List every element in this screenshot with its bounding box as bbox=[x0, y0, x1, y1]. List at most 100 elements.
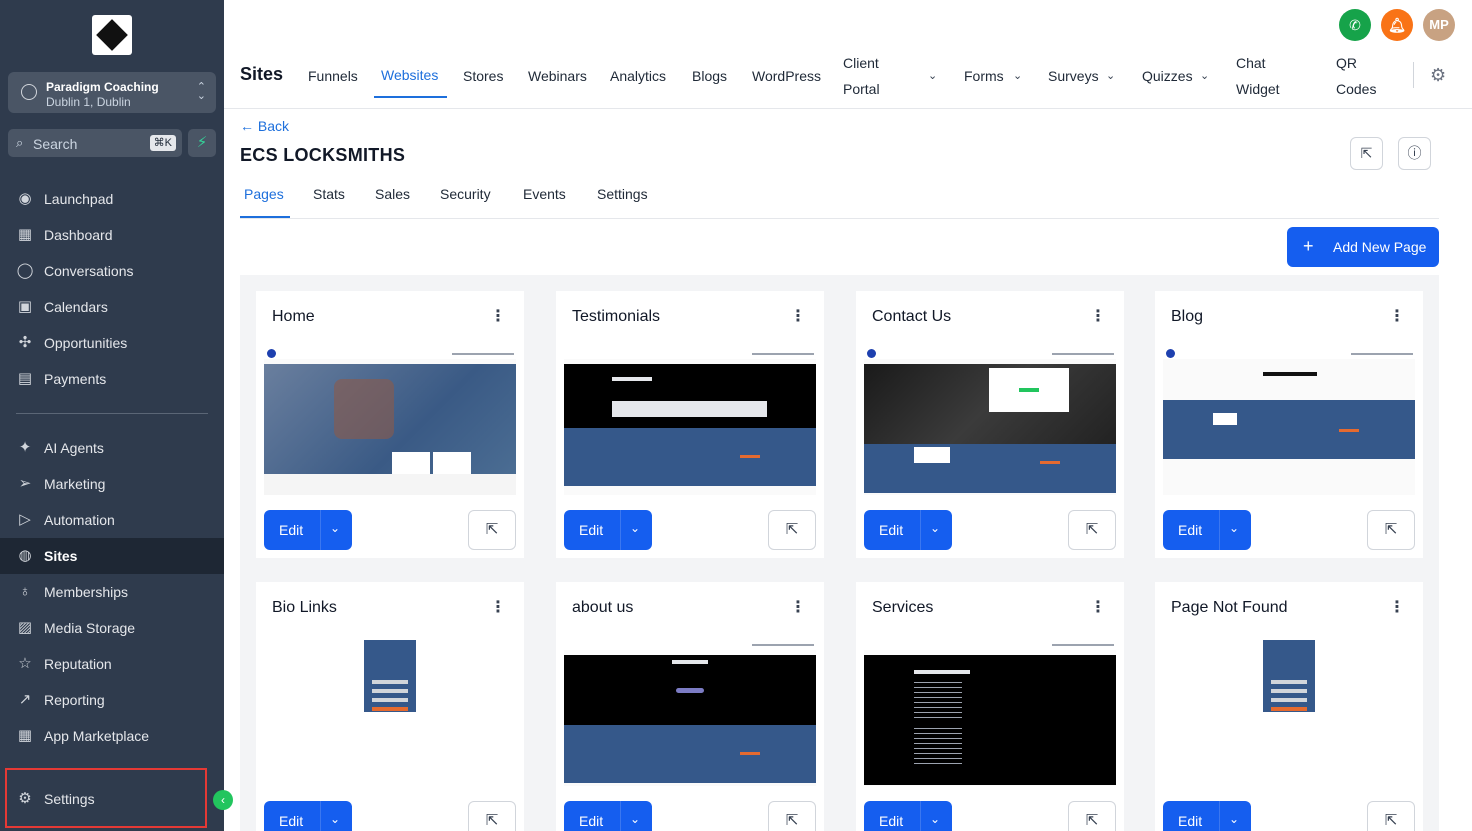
tab-qr-codes-line2[interactable]: Codes bbox=[1336, 81, 1376, 97]
tab-chat-widget-line2[interactable]: Widget bbox=[1236, 81, 1280, 97]
avatar[interactable]: MP bbox=[1423, 9, 1455, 41]
tab-webinars[interactable]: Webinars bbox=[528, 68, 587, 84]
tab-quizzes[interactable]: Quizzes bbox=[1142, 68, 1193, 84]
chevron-down-icon[interactable]: ⌄ bbox=[928, 69, 937, 82]
kebab-menu-icon[interactable]: ⋮ bbox=[1389, 306, 1405, 326]
tab-security[interactable]: Security bbox=[440, 186, 491, 202]
chevron-down-icon[interactable]: ⌄ bbox=[630, 812, 640, 826]
edit-button[interactable]: Edit ⌄ bbox=[864, 801, 952, 831]
open-external-icon[interactable]: ⇱ bbox=[1367, 801, 1415, 831]
chevron-down-icon[interactable]: ⌄ bbox=[330, 521, 340, 535]
edit-button[interactable]: Edit ⌄ bbox=[264, 801, 352, 831]
chevron-down-icon[interactable]: ⌄ bbox=[330, 812, 340, 826]
sidebar-item-dashboard[interactable]: ▦ Dashboard bbox=[0, 217, 224, 253]
tab-wordpress[interactable]: WordPress bbox=[752, 68, 821, 84]
open-external-icon[interactable]: ⇱ bbox=[1367, 510, 1415, 550]
kebab-menu-icon[interactable]: ⋮ bbox=[490, 597, 506, 617]
open-external-icon[interactable]: ⇱ bbox=[1068, 510, 1116, 550]
page-thumbnail[interactable] bbox=[1163, 640, 1415, 786]
quick-action-bolt-icon[interactable]: ⚡ bbox=[188, 129, 216, 157]
tab-client-portal-line1[interactable]: Client bbox=[843, 55, 879, 71]
tab-blogs[interactable]: Blogs bbox=[692, 68, 727, 84]
page-thumbnail[interactable] bbox=[564, 349, 816, 495]
sidebar-item-marketing[interactable]: ➢ Marketing bbox=[0, 466, 224, 502]
sidebar-item-ai-agents[interactable]: ✦ AI Agents bbox=[0, 430, 224, 466]
kebab-menu-icon[interactable]: ⋮ bbox=[790, 306, 806, 326]
tab-client-portal-line2[interactable]: Portal bbox=[843, 81, 880, 97]
chevron-down-icon[interactable]: ⌄ bbox=[1229, 521, 1239, 535]
tab-stats[interactable]: Stats bbox=[313, 186, 345, 202]
edit-button[interactable]: Edit ⌄ bbox=[564, 801, 652, 831]
page-thumbnail[interactable] bbox=[264, 349, 516, 495]
open-external-icon[interactable]: ⇱ bbox=[468, 801, 516, 831]
edit-button[interactable]: Edit ⌄ bbox=[1163, 510, 1251, 550]
edit-button[interactable]: Edit ⌄ bbox=[864, 510, 952, 550]
page-card-bio-links: Bio Links ⋮ Edit ⌄ ⇱ bbox=[256, 582, 524, 831]
sidebar-item-automation[interactable]: ▷ Automation bbox=[0, 502, 224, 538]
bell-icon[interactable]: 🔔︎ bbox=[1381, 9, 1413, 41]
collapse-sidebar-button[interactable]: ‹ bbox=[213, 790, 233, 810]
tab-settings[interactable]: Settings bbox=[597, 186, 648, 202]
chevron-down-icon[interactable]: ⌄ bbox=[1229, 812, 1239, 826]
tab-forms[interactable]: Forms bbox=[964, 68, 1004, 84]
info-icon[interactable]: ⓘ bbox=[1398, 137, 1431, 170]
page-thumbnail[interactable] bbox=[864, 349, 1116, 495]
tab-analytics[interactable]: Analytics bbox=[610, 68, 666, 84]
page-thumbnail[interactable] bbox=[564, 640, 816, 786]
kebab-menu-icon[interactable]: ⋮ bbox=[490, 306, 506, 326]
play-circle-icon: ▷ bbox=[19, 511, 31, 528]
tab-qr-codes-line1[interactable]: QR bbox=[1336, 55, 1357, 71]
kebab-menu-icon[interactable]: ⋮ bbox=[1389, 597, 1405, 617]
page-thumbnail[interactable] bbox=[864, 640, 1116, 786]
kebab-menu-icon[interactable]: ⋮ bbox=[1090, 597, 1106, 617]
edit-button[interactable]: Edit ⌄ bbox=[1163, 801, 1251, 831]
edit-button[interactable]: Edit ⌄ bbox=[564, 510, 652, 550]
open-external-icon[interactable]: ⇱ bbox=[1350, 137, 1383, 170]
sidebar-item-app-marketplace[interactable]: ▦ App Marketplace bbox=[0, 718, 224, 754]
account-switcher[interactable]: Paradigm Coaching Dublin 1, Dublin ⌃ ⌄ bbox=[8, 72, 216, 113]
sidebar-item-launchpad[interactable]: ◉ Launchpad bbox=[0, 181, 224, 217]
open-external-icon[interactable]: ⇱ bbox=[768, 801, 816, 831]
kebab-menu-icon[interactable]: ⋮ bbox=[1090, 306, 1106, 326]
kebab-menu-icon[interactable]: ⋮ bbox=[790, 597, 806, 617]
sidebar-item-media-storage[interactable]: ▨ Media Storage bbox=[0, 610, 224, 646]
sidebar-item-opportunities[interactable]: ✣ Opportunities bbox=[0, 325, 224, 361]
sidebar-item-reporting[interactable]: ↗ Reporting bbox=[0, 682, 224, 718]
tab-pages[interactable]: Pages bbox=[244, 186, 284, 202]
sidebar-item-payments[interactable]: ▤ Payments bbox=[0, 361, 224, 397]
back-link[interactable]: ← Back bbox=[240, 118, 289, 134]
phone-icon[interactable]: ✆ bbox=[1339, 9, 1371, 41]
open-external-icon[interactable]: ⇱ bbox=[468, 510, 516, 550]
company-logo[interactable] bbox=[92, 15, 132, 55]
tab-sales[interactable]: Sales bbox=[375, 186, 410, 202]
page-thumbnail[interactable] bbox=[264, 640, 516, 786]
sidebar-item-settings[interactable]: ⚙ Settings bbox=[0, 781, 224, 817]
open-external-icon[interactable]: ⇱ bbox=[768, 510, 816, 550]
sidebar-item-sites[interactable]: ◍ Sites bbox=[0, 538, 224, 574]
chevron-down-icon[interactable]: ⌄ bbox=[1106, 69, 1115, 82]
sidebar-item-conversations[interactable]: ◯ Conversations bbox=[0, 253, 224, 289]
page-thumbnail[interactable] bbox=[1163, 349, 1415, 495]
tab-surveys[interactable]: Surveys bbox=[1048, 68, 1099, 84]
chevron-down-icon[interactable]: ⌄ bbox=[930, 812, 940, 826]
add-new-page-button[interactable]: + Add New Page bbox=[1287, 227, 1439, 267]
sidebar-item-reputation[interactable]: ☆ Reputation bbox=[0, 646, 224, 682]
chevron-down-icon[interactable]: ⌄ bbox=[1200, 69, 1209, 82]
edit-button[interactable]: Edit ⌄ bbox=[264, 510, 352, 550]
chevron-down-icon[interactable]: ⌄ bbox=[930, 521, 940, 535]
tab-events[interactable]: Events bbox=[523, 186, 566, 202]
sidebar-item-label: Payments bbox=[44, 371, 107, 387]
open-external-icon[interactable]: ⇱ bbox=[1068, 801, 1116, 831]
chevron-down-icon[interactable]: ⌄ bbox=[1013, 69, 1022, 82]
tab-stores[interactable]: Stores bbox=[463, 68, 503, 84]
search-input[interactable]: ⌕ Search ⌘K bbox=[8, 129, 182, 157]
chevron-down-icon[interactable]: ⌄ bbox=[630, 521, 640, 535]
tab-websites[interactable]: Websites bbox=[381, 67, 438, 83]
tab-chat-widget-line1[interactable]: Chat bbox=[1236, 55, 1266, 71]
sidebar-item-calendars[interactable]: ▣ Calendars bbox=[0, 289, 224, 325]
sidebar-item-memberships[interactable]: ♁ Memberships bbox=[0, 574, 224, 610]
sidebar-divider bbox=[16, 413, 208, 414]
sidebar-item-label: Marketing bbox=[44, 476, 106, 492]
gear-icon[interactable]: ⚙ bbox=[1430, 65, 1446, 86]
tab-funnels[interactable]: Funnels bbox=[308, 68, 358, 84]
